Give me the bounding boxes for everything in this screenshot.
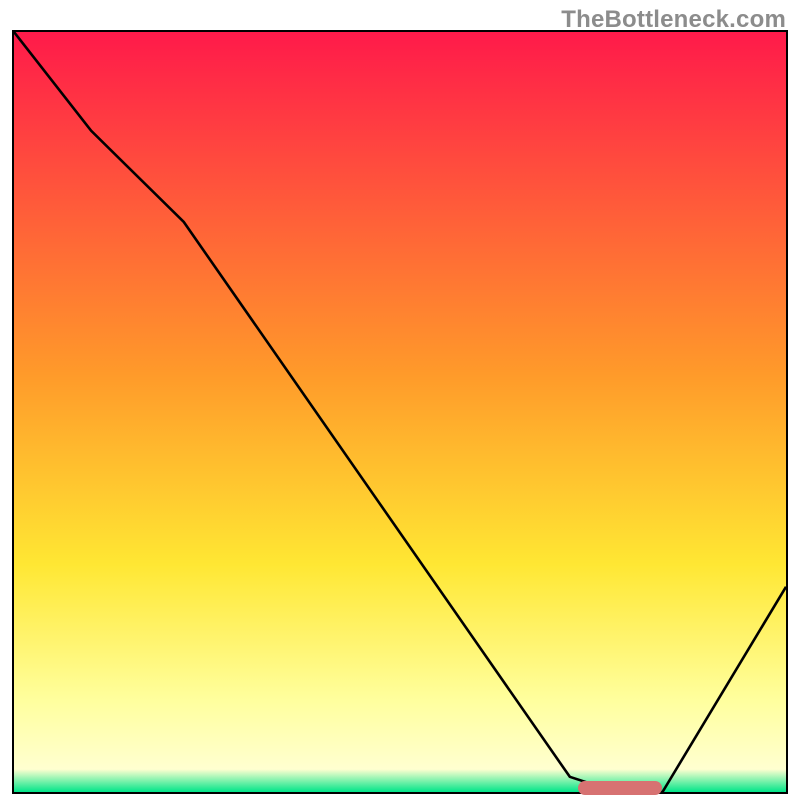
optimum-marker — [578, 781, 663, 795]
chart-frame — [12, 30, 788, 794]
chart-svg — [14, 32, 786, 792]
heat-gradient — [14, 32, 786, 792]
